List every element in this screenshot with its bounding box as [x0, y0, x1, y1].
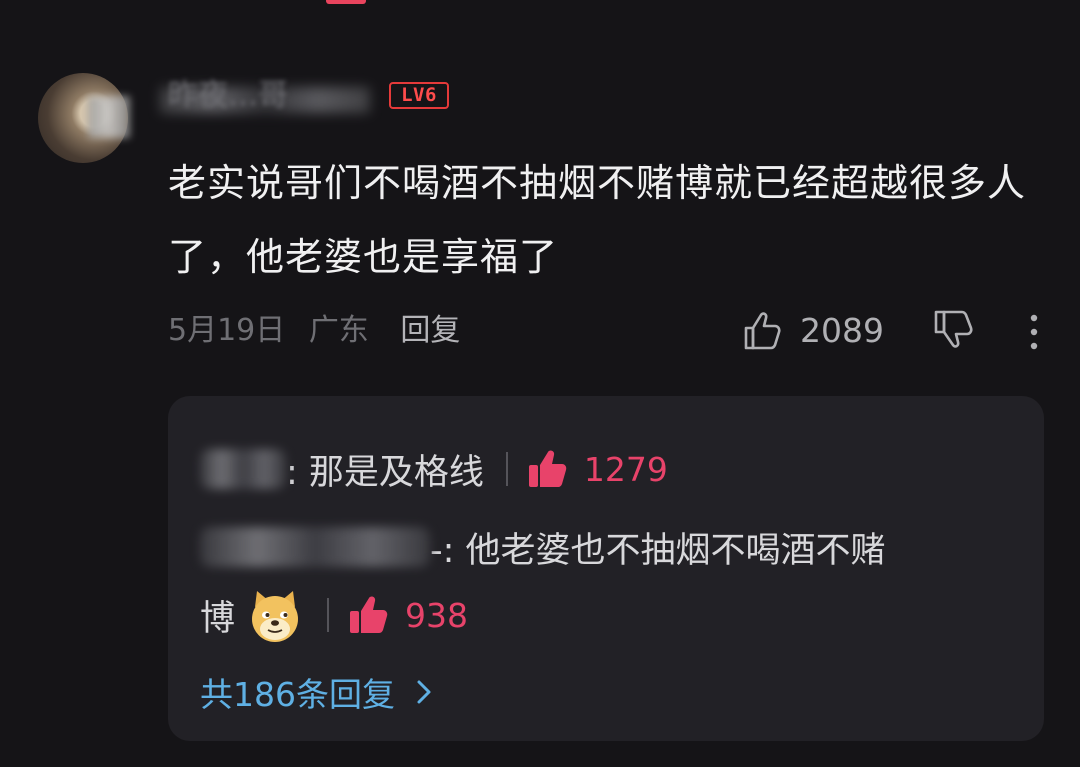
- reply-button[interactable]: 回复: [400, 313, 460, 348]
- reply-item-continued[interactable]: 博 938: [200, 584, 468, 646]
- reply-text: -: 他老婆也不抽烟不喝酒不赌: [430, 530, 886, 571]
- more-options-icon[interactable]: [1022, 310, 1046, 354]
- reply-username-mosaic: [200, 527, 430, 567]
- divider: [327, 598, 330, 632]
- comment-date: 5月19日: [168, 313, 286, 348]
- comment-text: 老实说哥们不喝酒不抽烟不赌博就已经超越很多人了，他老婆也是享福了: [168, 161, 1027, 279]
- thumbs-up-icon: [744, 312, 781, 350]
- view-all-replies-link[interactable]: 共186条回复: [200, 668, 437, 716]
- level-badge: LV6: [389, 82, 449, 109]
- thumbs-up-filled-icon: [350, 596, 388, 633]
- chevron-right-icon: [417, 680, 431, 704]
- doge-emoji-icon: [252, 591, 299, 642]
- reply-like[interactable]: 938: [347, 593, 468, 637]
- view-all-replies-label: 共186条回复: [200, 675, 395, 714]
- top-indicator: [326, 0, 366, 4]
- thumbs-down-icon[interactable]: [930, 308, 978, 354]
- reply-item[interactable]: : 那是及格线 1279: [200, 444, 668, 494]
- comment-location: 广东: [308, 313, 369, 348]
- divider: [505, 452, 508, 486]
- reply-username-mosaic: [200, 449, 286, 489]
- like-button[interactable]: 2089: [740, 308, 884, 354]
- comment-meta: 5月19日 广东 回复: [168, 308, 460, 354]
- reply-like-count: 1279: [583, 449, 668, 489]
- username[interactable]: 昨夜…哥: [168, 70, 288, 114]
- reply-like-count: 938: [405, 595, 469, 635]
- comment-screen: 昨夜…哥 LV6 老实说哥们不喝酒不抽烟不赌博就已经超越很多人了，他老婆也是享福…: [0, 0, 1080, 767]
- reply-text-continued: 博: [200, 598, 236, 639]
- reply-like[interactable]: 1279: [526, 447, 668, 491]
- reply-text: : 那是及格线: [286, 452, 484, 493]
- thumbs-up-filled-icon: [528, 450, 567, 487]
- avatar-mosaic: [88, 96, 130, 138]
- like-count: 2089: [800, 311, 884, 350]
- reply-item[interactable]: -: 他老婆也不抽烟不喝酒不赌: [200, 522, 886, 572]
